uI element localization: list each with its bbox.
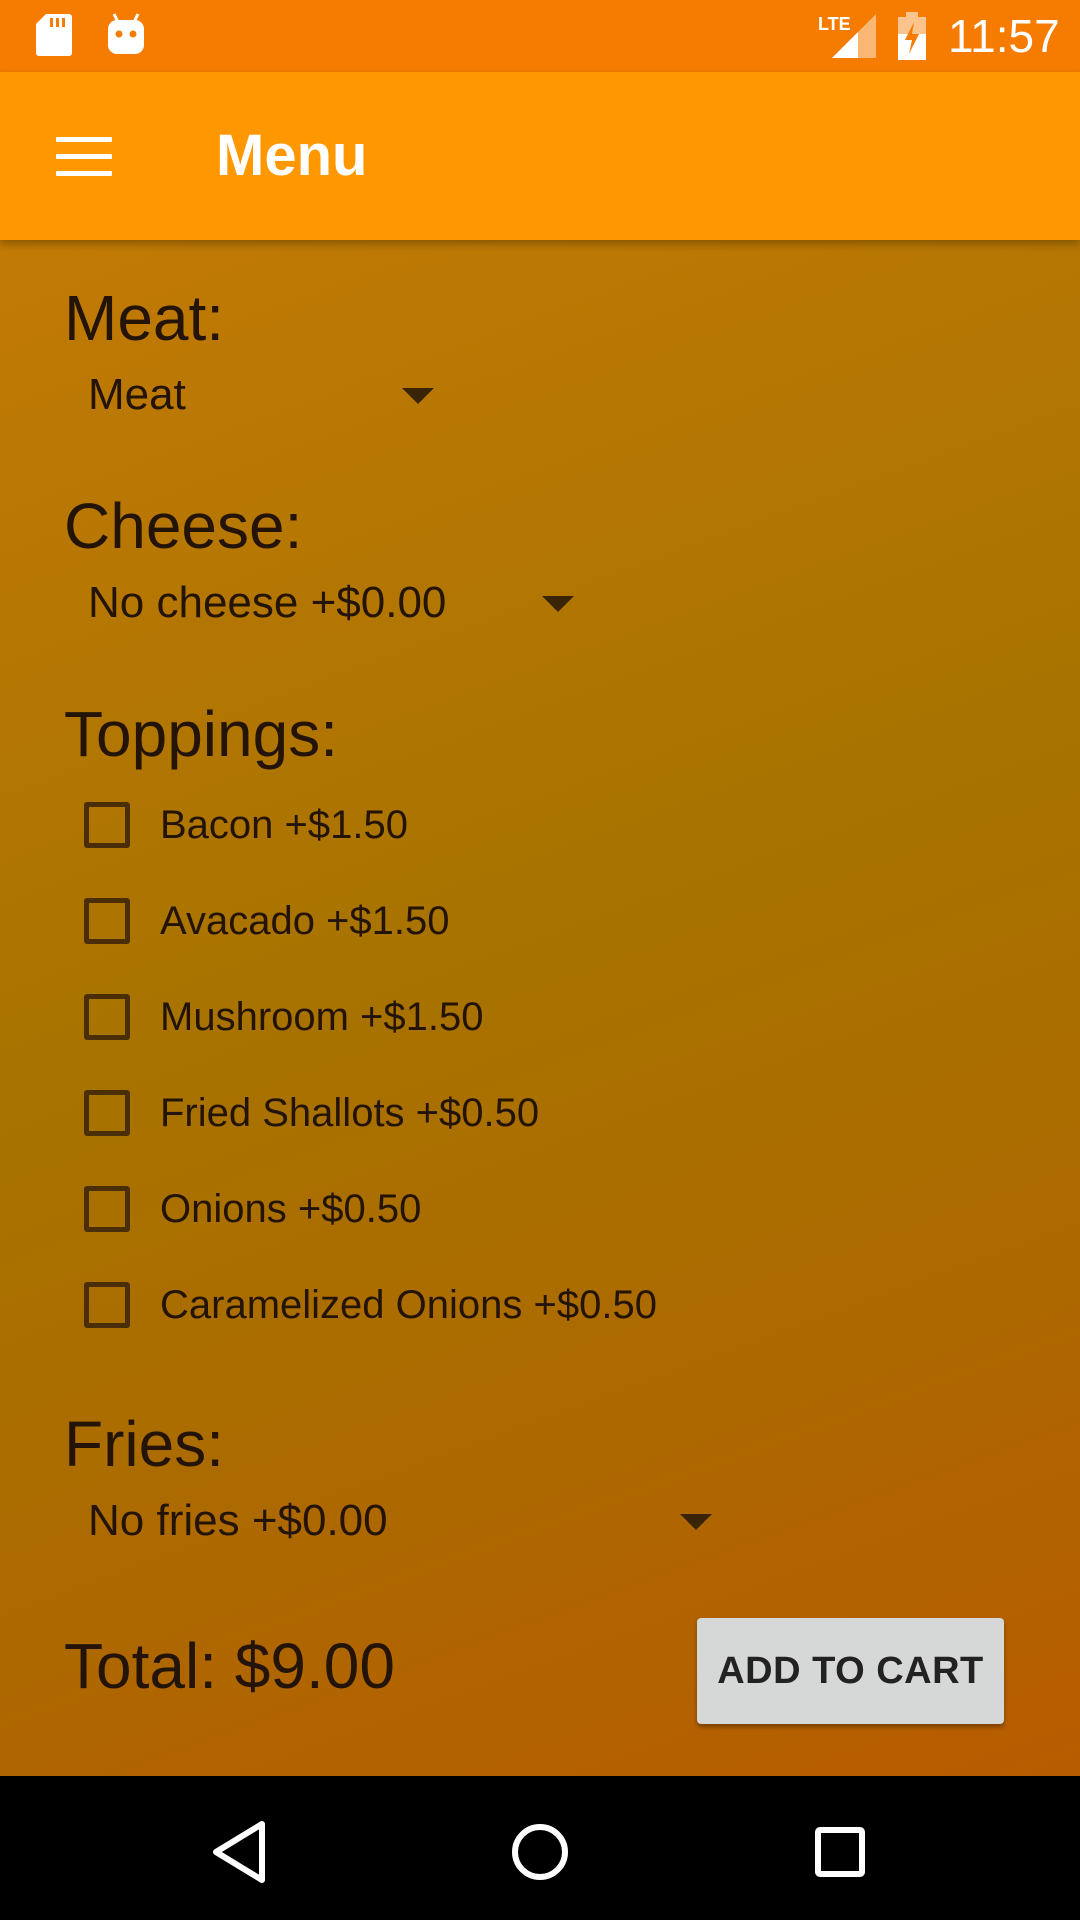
checkbox[interactable] — [84, 1090, 130, 1136]
topping-checkbox-caramelized-onions[interactable]: Caramelized Onions +$0.50 — [84, 1276, 784, 1338]
add-to-cart-button[interactable]: ADD TO CART — [697, 1618, 1004, 1724]
hamburger-menu-icon[interactable] — [42, 122, 126, 190]
cheese-selected-value: No cheese +$0.00 — [88, 578, 447, 627]
fries-label: Fries: — [64, 1408, 224, 1480]
cheese-label: Cheese: — [64, 490, 303, 562]
navigation-bar — [0, 1776, 1080, 1920]
lte-label: LTE — [818, 14, 851, 34]
recents-icon[interactable] — [800, 1812, 880, 1892]
battery-charging-icon — [898, 12, 926, 60]
topping-checkbox-avacado[interactable]: Avacado +$1.50 — [84, 892, 784, 954]
checkbox[interactable] — [84, 898, 130, 944]
topping-label: Mushroom +$1.50 — [160, 995, 484, 1039]
topping-checkbox-bacon[interactable]: Bacon +$1.50 — [84, 796, 784, 858]
app-bar: Menu — [0, 72, 1080, 240]
checkbox[interactable] — [84, 994, 130, 1040]
meat-selected-value: Meat — [88, 370, 186, 419]
topping-checkbox-fried-shallots[interactable]: Fried Shallots +$0.50 — [84, 1084, 784, 1146]
topping-label: Fried Shallots +$0.50 — [160, 1091, 540, 1135]
topping-label: Caramelized Onions +$0.50 — [160, 1283, 657, 1327]
meat-dropdown[interactable]: Meat — [72, 360, 442, 430]
fries-dropdown[interactable]: No fries +$0.00 — [72, 1486, 722, 1556]
topping-label: Bacon +$1.50 — [160, 803, 408, 847]
home-icon[interactable] — [500, 1812, 580, 1892]
topping-checkbox-onions[interactable]: Onions +$0.50 — [84, 1180, 784, 1242]
checkbox[interactable] — [84, 802, 130, 848]
dropdown-arrow-icon — [680, 1514, 712, 1530]
dropdown-arrow-icon — [542, 596, 574, 612]
status-clock: 11:57 — [948, 10, 1060, 62]
topping-checkbox-mushroom[interactable]: Mushroom +$1.50 — [84, 988, 784, 1050]
toppings-label: Toppings: — [64, 698, 338, 770]
lte-signal-icon: LTE — [818, 14, 876, 58]
back-icon[interactable] — [200, 1812, 280, 1892]
cheese-dropdown[interactable]: No cheese +$0.00 — [72, 568, 582, 638]
screen: LTE 11:57 Menu Meat: Meat Cheese: No che… — [0, 0, 1080, 1920]
fries-selected-value: No fries +$0.00 — [88, 1496, 388, 1545]
total-price: Total: $9.00 — [64, 1630, 395, 1702]
meat-label: Meat: — [64, 282, 225, 354]
topping-label: Onions +$0.50 — [160, 1187, 422, 1231]
checkbox[interactable] — [84, 1282, 130, 1328]
status-bar: LTE 11:57 — [0, 0, 1080, 72]
checkbox[interactable] — [84, 1186, 130, 1232]
dropdown-arrow-icon — [402, 388, 434, 404]
sd-card-icon — [36, 14, 72, 56]
page-title: Menu — [216, 123, 368, 188]
order-form: Meat: Meat Cheese: No cheese +$0.00 Topp… — [0, 240, 1080, 1776]
topping-label: Avacado +$1.50 — [160, 899, 450, 943]
android-debug-icon — [108, 13, 144, 54]
